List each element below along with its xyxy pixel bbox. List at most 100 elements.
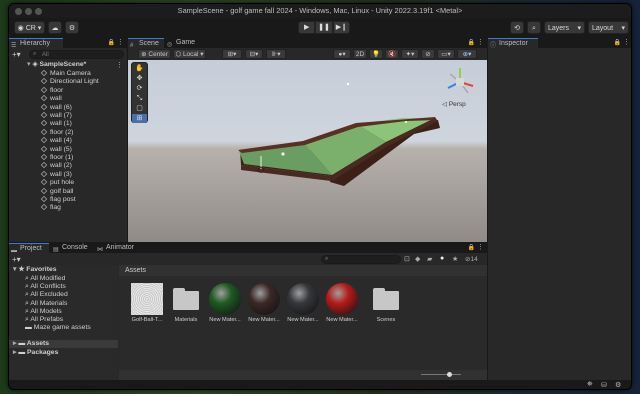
tab-console[interactable]: ▤ Console bbox=[51, 243, 93, 253]
tree-item-assets[interactable]: ▸ ▬ Assets bbox=[9, 340, 118, 348]
main-toolbar: ◉ CR ▾ ☁ ⚙ ▶ ❚❚ ▶❙ ⟲ ⌕ Layers ▾ Layout ▾ bbox=[9, 18, 631, 38]
folder-icon: ▬ bbox=[25, 324, 34, 332]
favorites-item[interactable]: ⌕ All Prefabs bbox=[25, 316, 63, 324]
orientation-gizmo[interactable] bbox=[440, 62, 480, 102]
project-search-input[interactable]: ⌕ bbox=[321, 255, 401, 264]
lock-icon[interactable]: 🔒 bbox=[468, 39, 475, 46]
favorites-item[interactable]: ⌕ All Excluded bbox=[25, 291, 68, 299]
hierarchy-item[interactable]: wall (6) bbox=[40, 103, 72, 112]
search-by-tag-icon[interactable]: ▰ bbox=[427, 255, 432, 263]
scene-root-row[interactable]: ▾ ◈ SampleScene* bbox=[27, 61, 86, 69]
lock-icon[interactable]: 🔒 bbox=[614, 39, 621, 46]
asset-item[interactable]: New Mater... bbox=[246, 283, 282, 323]
asset-item[interactable]: Materials bbox=[168, 283, 204, 323]
hierarchy-item[interactable]: wall (7) bbox=[40, 111, 72, 120]
tab-hierarchy[interactable]: ☰ Hierarchy bbox=[9, 38, 63, 49]
tree-item-packages[interactable]: ▸ ▬ Packages bbox=[13, 349, 58, 357]
undo-history-button[interactable]: ⟲ bbox=[510, 21, 524, 34]
layout-dropdown[interactable]: Layout ▾ bbox=[588, 21, 629, 34]
gameobject-cube-icon bbox=[40, 111, 48, 119]
scene-name: SampleScene* bbox=[39, 61, 87, 68]
hidden-packages-toggle[interactable]: ⊘14 bbox=[465, 255, 478, 263]
playmode-controls: ▶ ❚❚ ▶❙ bbox=[298, 21, 350, 34]
more-options-icon[interactable]: ⋮ bbox=[623, 38, 630, 46]
tab-project[interactable]: ▬ Project bbox=[9, 243, 49, 254]
hierarchy-item[interactable]: wall bbox=[40, 95, 62, 103]
account-dropdown[interactable]: ◉ CR ▾ bbox=[14, 21, 45, 34]
more-options-icon[interactable]: ⋮ bbox=[477, 38, 484, 46]
tab-animator-label: Animator bbox=[106, 244, 135, 251]
favorites-item[interactable]: ⌕ All Models bbox=[25, 308, 62, 316]
search-button[interactable]: ⌕ bbox=[527, 21, 541, 34]
search-by-label-icon[interactable]: ◆ bbox=[415, 255, 420, 263]
asset-item[interactable]: New Mater... bbox=[285, 283, 321, 323]
scene-panel: # Scene ◎ Game 🔒 ⋮ ⊕ Center ▾ ⬡ Local ▾ bbox=[128, 38, 487, 242]
lock-icon[interactable]: 🔒 bbox=[468, 244, 475, 251]
hierarchy-search-input[interactable]: ⌕ All bbox=[29, 50, 124, 59]
asset-item[interactable]: Golf-Ball-T... bbox=[129, 283, 165, 323]
tab-inspector[interactable]: ⓘ Inspector bbox=[488, 38, 538, 49]
favorites-item[interactable]: ⌕ All Modified bbox=[25, 275, 65, 283]
hierarchy-item-label: floor (1) bbox=[50, 154, 74, 161]
hierarchy-item[interactable]: golf ball bbox=[40, 187, 73, 196]
close-window-button[interactable] bbox=[15, 8, 22, 15]
tab-animator[interactable]: ⋈ Animator bbox=[95, 243, 141, 253]
hierarchy-item[interactable]: Directional Light bbox=[40, 78, 99, 86]
favorite-star-icon[interactable]: ★ bbox=[452, 255, 458, 263]
asset-item[interactable]: New Mater... bbox=[207, 283, 243, 323]
golf-course-render bbox=[238, 82, 440, 186]
hierarchy-item[interactable]: flag bbox=[40, 204, 61, 212]
hierarchy-item[interactable]: flag post bbox=[40, 195, 76, 204]
hierarchy-item[interactable]: wall (1) bbox=[40, 120, 72, 128]
favorites-item[interactable]: ⌕ All Conflicts bbox=[25, 283, 66, 291]
auto-generate-lighting-icon[interactable]: ⛯ bbox=[587, 381, 593, 389]
chevron-down-icon: ▾ bbox=[577, 25, 581, 32]
hierarchy-item[interactable]: wall (2) bbox=[40, 162, 72, 170]
hierarchy-item[interactable]: Main Camera bbox=[40, 69, 91, 78]
zoom-window-button[interactable] bbox=[35, 8, 42, 15]
more-options-icon[interactable]: ⋮ bbox=[477, 243, 484, 251]
asset-item-label: Golf-Ball-T... bbox=[131, 317, 163, 323]
favorites-item[interactable]: ⌕ All Materials bbox=[25, 300, 67, 308]
debug-mode-icon[interactable]: ⚙ bbox=[615, 381, 621, 389]
cache-server-icon[interactable]: ⛁ bbox=[601, 381, 607, 389]
tab-scene[interactable]: # Scene bbox=[128, 38, 164, 49]
folder-icon bbox=[170, 283, 202, 315]
favorites-item[interactable]: ▬ Maze game assets bbox=[25, 324, 91, 332]
collab-settings-button[interactable]: ⚙ bbox=[65, 21, 79, 34]
asset-item[interactable]: New Mater... bbox=[324, 283, 360, 323]
pause-button[interactable]: ❚❚ bbox=[315, 21, 333, 34]
hierarchy-item[interactable]: put hole bbox=[40, 179, 74, 187]
asset-item[interactable]: Scenes bbox=[368, 283, 404, 323]
hierarchy-item[interactable]: wall (5) bbox=[40, 145, 72, 154]
hierarchy-item[interactable]: wall (4) bbox=[40, 137, 72, 145]
asset-item-label: New Mater... bbox=[326, 317, 358, 323]
more-options-icon[interactable]: ⋮ bbox=[117, 38, 124, 46]
hierarchy-item[interactable]: floor (2) bbox=[40, 128, 73, 137]
perspective-label[interactable]: ◁ Persp bbox=[442, 100, 466, 108]
chevron-right-icon: ▸ bbox=[13, 349, 17, 356]
add-object-button[interactable]: +▾ bbox=[12, 50, 21, 59]
gameobject-cube-icon bbox=[40, 145, 48, 152]
layers-dropdown[interactable]: Layers ▾ bbox=[544, 21, 585, 34]
search-by-type-icon[interactable]: ⊡ bbox=[404, 255, 410, 263]
favorites-header[interactable]: ▾ ★ Favorites bbox=[13, 266, 57, 274]
hierarchy-item[interactable]: floor (1) bbox=[40, 153, 74, 162]
cloud-button[interactable]: ☁ bbox=[48, 21, 62, 34]
lock-icon[interactable]: 🔒 bbox=[108, 39, 115, 46]
hierarchy-item[interactable]: wall (3) bbox=[40, 170, 72, 179]
search-icon: ⌕ bbox=[325, 256, 329, 262]
breadcrumb-assets[interactable]: Assets bbox=[125, 267, 146, 274]
hierarchy-item[interactable]: floor bbox=[40, 86, 63, 95]
play-button[interactable]: ▶ bbox=[298, 21, 316, 34]
more-options-icon[interactable]: ⋮ bbox=[116, 61, 123, 69]
create-asset-button[interactable]: +▾ bbox=[12, 255, 21, 264]
minimize-window-button[interactable] bbox=[25, 8, 32, 15]
scene-viewport[interactable]: ⊕ Center ▾ ⬡ Local ▾ ⊞▾ ⊟▾ ⊪▾ ●▾ 2D 💡 🔇 … bbox=[128, 48, 487, 242]
log-filter-icon[interactable]: ● bbox=[440, 255, 444, 262]
step-button[interactable]: ▶❙ bbox=[332, 21, 350, 34]
icon-size-slider-handle[interactable] bbox=[447, 372, 452, 377]
breadcrumb: Assets bbox=[119, 265, 487, 276]
icon-size-slider-track[interactable] bbox=[421, 374, 461, 375]
tab-game[interactable]: ◎ Game bbox=[165, 38, 199, 48]
